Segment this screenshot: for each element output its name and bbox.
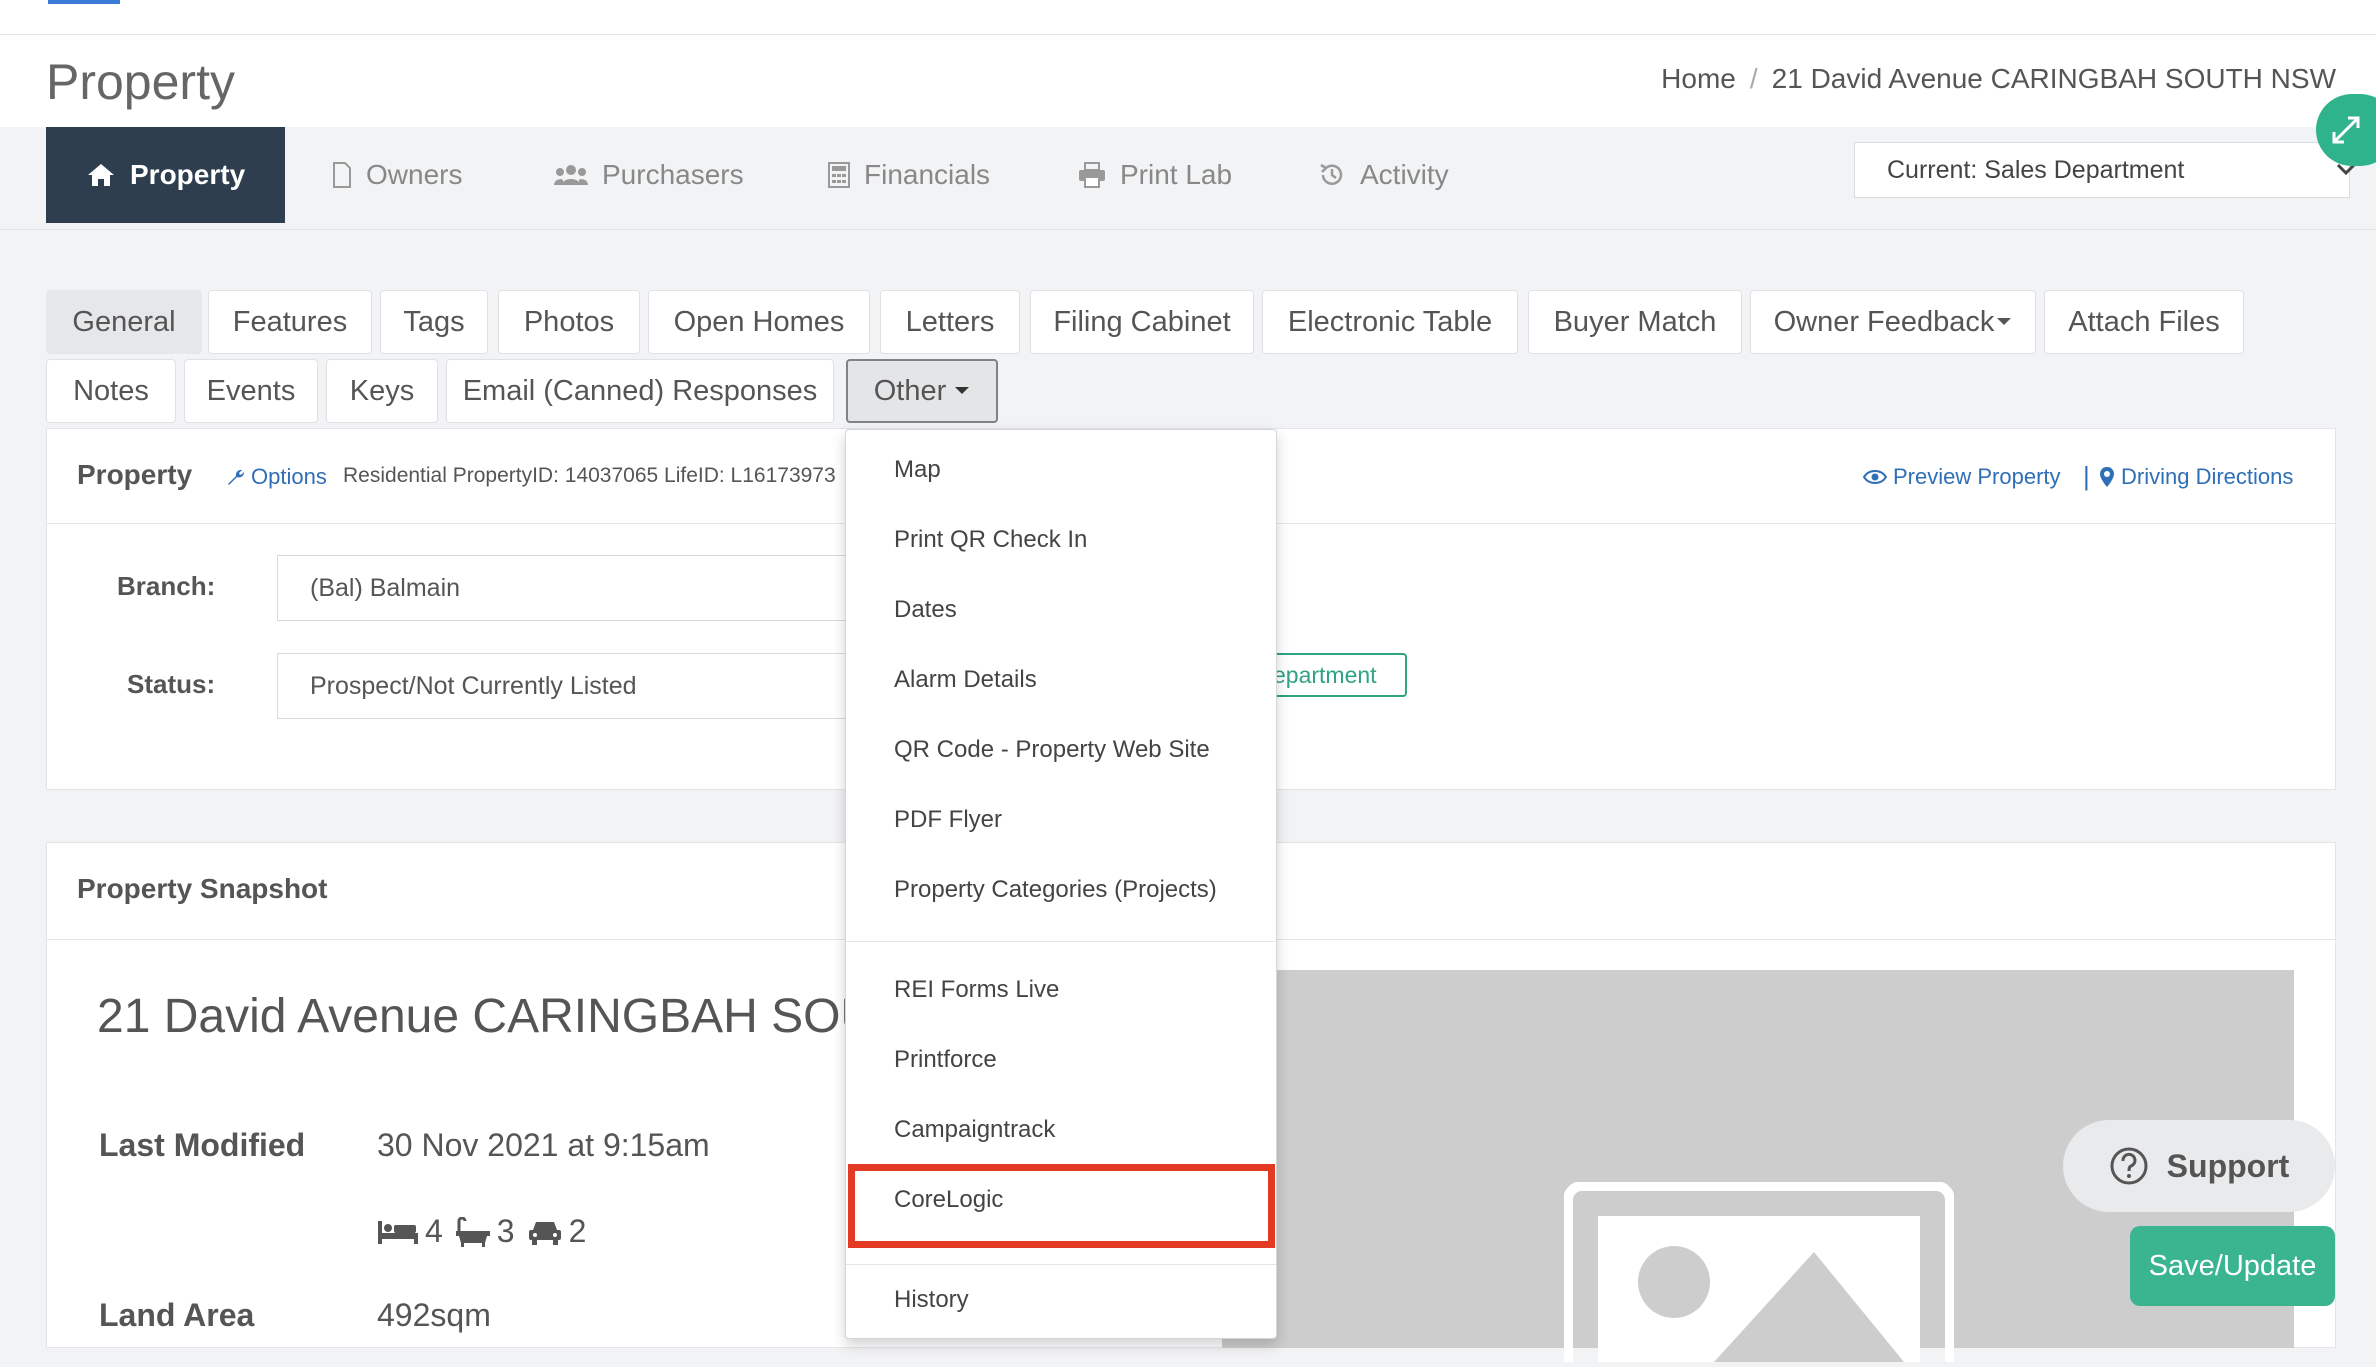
last-modified-value: 30 Nov 2021 at 9:15am (377, 1127, 710, 1163)
nav-activity[interactable]: Activity (1318, 127, 1449, 223)
breadcrumb: Home/21 David Avenue CARINGBAH SOUTH NSW (1661, 63, 2336, 94)
image-placeholder-icon (1563, 1181, 1955, 1367)
cars-count: 2 (568, 1213, 587, 1249)
menu-item-pdf-flyer[interactable]: PDF Flyer (894, 806, 1002, 834)
branch-label: Branch: (117, 571, 216, 601)
bath-icon (455, 1216, 491, 1247)
tab-features[interactable]: Features (208, 290, 372, 354)
menu-item-print-qr-check-in[interactable]: Print QR Check In (894, 526, 1087, 554)
tab-email-canned-responses[interactable]: Email (Canned) Responses (446, 359, 834, 423)
menu-item-property-categories[interactable]: Property Categories (Projects) (894, 876, 1217, 904)
beds-count: 4 (425, 1213, 443, 1249)
department-select-value: Current: Sales Department (1887, 155, 2185, 184)
support-button[interactable]: Support (2063, 1120, 2335, 1212)
status-select[interactable]: Prospect/Not Currently Listed (277, 653, 857, 719)
tab-owner-feedback[interactable]: Owner Feedback (1750, 290, 2036, 354)
link-separator: | (2083, 461, 2090, 491)
question-circle-icon (2109, 1146, 2149, 1186)
caret-down-icon (1996, 317, 2012, 327)
department-select[interactable]: Current: Sales Department (1854, 142, 2356, 198)
title-bar: Property Home/21 David Avenue CARINGBAH … (0, 35, 2376, 127)
save-update-button[interactable]: Save/Update (2130, 1226, 2335, 1306)
bed-icon (377, 1219, 419, 1245)
breadcrumb-current: 21 David Avenue CARINGBAH SOUTH NSW (1771, 63, 2336, 94)
land-area-label: Land Area (99, 1297, 255, 1333)
status-label: Status: (127, 669, 216, 699)
menu-item-history[interactable]: History (894, 1286, 969, 1314)
driving-directions-link[interactable]: Driving Directions (2099, 464, 2293, 490)
menu-item-rei-forms-live[interactable]: REI Forms Live (894, 976, 1059, 1004)
tab-letters[interactable]: Letters (880, 290, 1020, 354)
snapshot-title: Property Snapshot (77, 873, 328, 904)
expand-icon (2330, 114, 2362, 151)
tab-other[interactable]: Other (846, 359, 998, 423)
top-bar (0, 0, 2376, 35)
baths-count: 3 (496, 1213, 515, 1249)
corelogic-highlight (848, 1164, 1275, 1248)
tab-general[interactable]: General (46, 290, 202, 354)
nav-owners[interactable]: Owners (332, 127, 462, 223)
history-icon (1318, 161, 1346, 189)
tab-keys[interactable]: Keys (326, 359, 438, 423)
menu-item-dates[interactable]: Dates (894, 596, 957, 624)
menu-item-map[interactable]: Map (894, 456, 941, 484)
menu-divider (846, 941, 1276, 942)
page-title: Property (46, 54, 235, 110)
snapshot-address: 21 David Avenue CARINGBAH SOUTH NSW (97, 990, 897, 1043)
property-features: 4 3 2 (377, 1213, 586, 1250)
menu-divider (846, 1264, 1276, 1265)
tab-electronic-table[interactable]: Electronic Table (1262, 290, 1518, 354)
preview-property-link[interactable]: Preview Property (1863, 464, 2061, 490)
users-icon (554, 163, 588, 187)
tab-filing-cabinet[interactable]: Filing Cabinet (1030, 290, 1254, 354)
nav-purchasers[interactable]: Purchasers (554, 127, 744, 223)
tab-photos[interactable]: Photos (498, 290, 640, 354)
car-icon (527, 1218, 563, 1246)
nav-financials[interactable]: Financials (828, 127, 990, 223)
tab-notes[interactable]: Notes (46, 359, 176, 423)
printer-icon (1078, 162, 1106, 188)
breadcrumb-home[interactable]: Home (1661, 63, 1736, 94)
eye-icon (1863, 469, 1887, 485)
tab-attach-files[interactable]: Attach Files (2044, 290, 2244, 354)
nav-print-lab[interactable]: Print Lab (1078, 127, 1232, 223)
menu-item-printforce[interactable]: Printforce (894, 1046, 997, 1074)
menu-item-campaigntrack[interactable]: Campaigntrack (894, 1116, 1055, 1144)
caret-down-icon (954, 386, 970, 396)
land-area-value: 492sqm (377, 1297, 491, 1333)
top-accent (48, 0, 120, 4)
property-panel-title: Property (77, 459, 193, 490)
tab-buyer-match[interactable]: Buyer Match (1528, 290, 1742, 354)
property-info: Residential PropertyID: 14037065 LifeID:… (343, 464, 836, 487)
tab-tags[interactable]: Tags (380, 290, 488, 354)
last-modified-label: Last Modified (99, 1127, 306, 1163)
calculator-icon (828, 162, 850, 188)
document-icon (332, 162, 352, 188)
wrench-icon (225, 467, 245, 487)
nav-property[interactable]: Property (46, 127, 286, 223)
branch-select[interactable]: (Bal) Balmain (277, 555, 857, 621)
home-icon (86, 162, 116, 188)
menu-item-qr-code-property-web-site[interactable]: QR Code - Property Web Site (894, 736, 1210, 764)
other-dropdown-menu: Map Print QR Check In Dates Alarm Detail… (845, 429, 1277, 1339)
map-marker-icon (2099, 466, 2115, 488)
tab-events[interactable]: Events (184, 359, 318, 423)
tab-open-homes[interactable]: Open Homes (648, 290, 870, 354)
department-badge: epartment (1263, 653, 1407, 697)
options-link[interactable]: Options (225, 464, 327, 490)
menu-item-alarm-details[interactable]: Alarm Details (894, 666, 1037, 694)
